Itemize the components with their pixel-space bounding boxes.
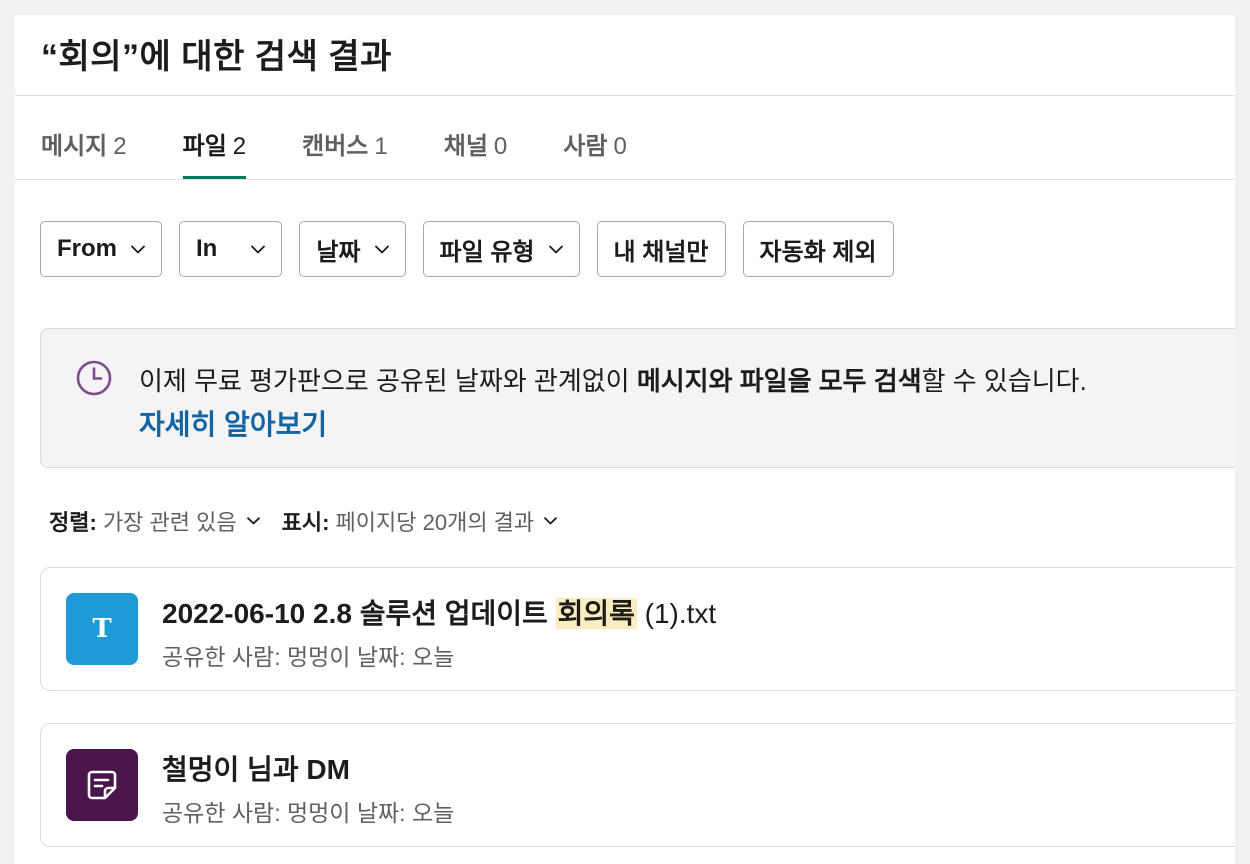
from-filter-button[interactable]: From bbox=[40, 221, 162, 277]
tab-label: 채널 bbox=[443, 133, 488, 160]
exclude-automation-button[interactable]: 자동화 제외 bbox=[742, 221, 894, 277]
chevron-down-icon bbox=[246, 517, 260, 525]
page-size-dropdown[interactable]: 표시: 페이지당 20개의 결과 bbox=[282, 505, 558, 537]
tab-files[interactable]: 파일 2 bbox=[182, 96, 247, 179]
sort-bar: 정렬: 가장 관련 있음 표시: 페이지당 20개의 결과 bbox=[49, 505, 579, 537]
tab-count: 2 bbox=[232, 133, 247, 160]
clock-icon bbox=[75, 359, 113, 402]
tab-count: 1 bbox=[374, 133, 388, 160]
chevron-down-icon bbox=[374, 245, 389, 254]
canvas-note-icon bbox=[66, 749, 138, 821]
result-tabs: 메시지 2 파일 2 캔버스 1 채널 0 사람 0 bbox=[15, 96, 1235, 180]
file-type-filter-button[interactable]: 파일 유형 bbox=[422, 221, 580, 277]
filter-label: 파일 유형 bbox=[439, 238, 535, 266]
tab-count: 2 bbox=[113, 133, 127, 160]
tab-count: 0 bbox=[493, 133, 508, 160]
banner-text-end: 할 수 있습니다. bbox=[921, 366, 1087, 396]
page-title: “회의”에 대한 검색 결과 bbox=[41, 38, 392, 76]
tab-count: 0 bbox=[613, 133, 627, 160]
tab-label: 파일 bbox=[182, 133, 227, 160]
filter-label: 자동화 제외 bbox=[759, 238, 877, 266]
file-meta: 공유한 사람: 멍멍이 날짜: 오늘 bbox=[162, 800, 455, 826]
filter-bar: From In 날짜 파일 유형 내 채널만 자동화 제외 bbox=[40, 221, 911, 277]
text-file-icon: T bbox=[66, 593, 138, 665]
in-filter-button[interactable]: In bbox=[179, 221, 283, 277]
trial-info-banner: 이제 무료 평가판으로 공유된 날짜와 관계없이 메시지와 파일을 모두 검색할… bbox=[40, 328, 1235, 468]
tab-label: 사람 bbox=[563, 133, 608, 160]
banner-text: 이제 무료 평가판으로 공유된 날짜와 관계없이 bbox=[139, 366, 637, 396]
display-label: 표시: bbox=[281, 510, 330, 535]
tab-people[interactable]: 사람 0 bbox=[563, 96, 627, 179]
display-value: 페이지당 20개의 결과 bbox=[335, 510, 535, 535]
filter-label: In bbox=[196, 235, 218, 262]
file-meta: 공유한 사람: 멍멍이 날짜: 오늘 bbox=[162, 644, 455, 670]
search-results-panel: “회의”에 대한 검색 결과 메시지 2 파일 2 캔버스 1 채널 0 사람 0 Fro… bbox=[15, 15, 1235, 864]
filter-label: From bbox=[57, 235, 117, 262]
chevron-down-icon bbox=[131, 245, 145, 254]
banner-bold-text: 메시지와 파일을 모두 검색 bbox=[636, 366, 922, 396]
tab-messages[interactable]: 메시지 2 bbox=[41, 96, 127, 179]
tab-label: 메시지 bbox=[41, 133, 108, 160]
file-name-ext: (1).txt bbox=[636, 598, 717, 629]
sort-value: 가장 관련 있음 bbox=[102, 510, 237, 535]
sort-dropdown[interactable]: 정렬: 가장 관련 있음 bbox=[49, 505, 260, 537]
file-name: 철멍이 님과 DM bbox=[162, 754, 350, 785]
file-name: 2022-06-10 2.8 솔루션 업데이트 회의록 (1).txt bbox=[162, 592, 716, 632]
chevron-down-icon bbox=[548, 245, 563, 254]
chevron-down-icon bbox=[251, 245, 266, 254]
banner-message: 이제 무료 평가판으로 공유된 날짜와 관계없이 메시지와 파일을 모두 검색할… bbox=[139, 361, 1087, 398]
file-name-text: 2022-06-10 2.8 솔루션 업데이트 bbox=[162, 598, 556, 629]
sort-label: 정렬: bbox=[49, 510, 97, 535]
tab-canvases[interactable]: 캔버스 1 bbox=[302, 96, 388, 179]
file-result-item[interactable]: T 2022-06-10 2.8 솔루션 업데이트 회의록 (1).txt 공유… bbox=[40, 567, 1235, 691]
tab-label: 캔버스 bbox=[302, 133, 369, 160]
my-channels-only-button[interactable]: 내 채널만 bbox=[596, 221, 726, 277]
filter-label: 내 채널만 bbox=[613, 238, 709, 266]
chevron-down-icon bbox=[544, 517, 558, 525]
date-filter-button[interactable]: 날짜 bbox=[299, 221, 406, 277]
tab-channels[interactable]: 채널 0 bbox=[444, 96, 508, 179]
learn-more-link[interactable]: 자세히 알아보기 bbox=[139, 403, 327, 443]
file-result-item[interactable]: 철멍이 님과 DM 공유한 사람: 멍멍이 날짜: 오늘 bbox=[40, 723, 1235, 847]
filter-label: 날짜 bbox=[316, 238, 361, 266]
search-highlight: 회의록 bbox=[555, 598, 637, 629]
file-type-letter: T bbox=[92, 614, 112, 644]
search-header: “회의”에 대한 검색 결과 bbox=[15, 15, 1235, 96]
